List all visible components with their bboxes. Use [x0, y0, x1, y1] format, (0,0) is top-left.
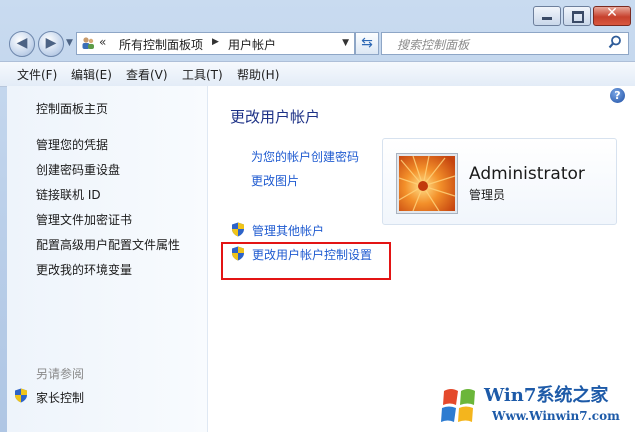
search-placeholder: 搜索控制面板	[397, 38, 470, 52]
search-icon[interactable]	[608, 35, 622, 49]
sidebar: 控制面板主页 管理您的凭据 创建密码重设盘 链接联机 ID 管理文件加密证书 配…	[7, 86, 207, 432]
menu-edit[interactable]: 编辑(E)	[71, 66, 112, 83]
avatar	[397, 154, 457, 213]
page-title: 更改用户帐户	[230, 108, 321, 126]
uac-shield-icon	[15, 388, 27, 403]
refresh-icon: ⇆	[361, 35, 373, 51]
minimize-icon	[542, 17, 552, 20]
flower-picture	[399, 156, 455, 211]
manage-other-accounts-link[interactable]: 管理其他帐户	[252, 222, 324, 239]
account-role: 管理员	[469, 188, 506, 202]
forward-arrow-icon: ▶	[45, 35, 57, 51]
refresh-button[interactable]: ⇆	[355, 32, 379, 55]
highlight-box	[221, 242, 391, 280]
sidebar-divider	[207, 86, 208, 432]
sidebar-item-advanced-profile[interactable]: 配置高级用户配置文件属性	[36, 236, 180, 253]
sidebar-item-parental-controls[interactable]: 家长控制	[36, 389, 84, 406]
back-arrow-icon: ◀	[16, 35, 28, 51]
close-button[interactable]: ✕	[593, 5, 631, 26]
menu-help[interactable]: 帮助(H)	[237, 66, 279, 83]
minimize-button[interactable]	[533, 6, 561, 26]
help-button[interactable]: ?	[610, 88, 625, 103]
menu-file[interactable]: 文件(F)	[17, 66, 57, 83]
sidebar-item-control-panel-home[interactable]: 控制面板主页	[36, 100, 108, 117]
account-name: Administrator	[469, 164, 585, 184]
sidebar-item-environment-variables[interactable]: 更改我的环境变量	[36, 261, 132, 278]
see-also-heading: 另请参阅	[36, 367, 85, 381]
close-icon: ✕	[606, 5, 618, 21]
breadcrumb-all-items[interactable]: 所有控制面板项	[119, 36, 203, 53]
sidebar-item-manage-credentials[interactable]: 管理您的凭据	[36, 136, 108, 153]
account-card: Administrator 管理员	[382, 138, 617, 225]
sidebar-item-encryption-certificates[interactable]: 管理文件加密证书	[36, 211, 132, 228]
address-bar[interactable]: « 所有控制面板项 ▶ 用户帐户 ▼	[76, 32, 355, 55]
svg-text:Www.Winwin7.com: Www.Winwin7.com	[491, 409, 620, 423]
breadcrumb-user-accounts[interactable]: 用户帐户	[228, 36, 276, 53]
sidebar-item-link-online-id[interactable]: 链接联机 ID	[36, 186, 101, 203]
back-button[interactable]: ◀	[9, 31, 35, 57]
search-input[interactable]: 搜索控制面板	[381, 32, 629, 55]
help-icon: ?	[614, 89, 621, 102]
menu-tools[interactable]: 工具(T)	[182, 66, 223, 83]
address-dropdown-icon[interactable]: ▼	[342, 38, 349, 48]
user-accounts-icon	[82, 37, 94, 49]
maximize-button[interactable]	[563, 6, 591, 26]
address-prefix: «	[99, 35, 107, 49]
menu-view[interactable]: 查看(V)	[126, 66, 168, 83]
forward-button[interactable]: ▶	[38, 31, 64, 57]
window: ✕ ◀ ▶ ▼ « 所有控制面板项 ▶ 用户帐户 ▼ ⇆ 搜索控制面板 文件(F…	[0, 0, 635, 432]
create-password-link[interactable]: 为您的帐户创建密码	[251, 148, 359, 165]
svg-text:Win7系统之家: Win7系统之家	[483, 384, 609, 406]
watermark-logo: Win7系统之家 Www.Winwin7.com	[441, 384, 620, 423]
menu-bar: 文件(F) 编辑(E) 查看(V) 工具(T) 帮助(H)	[0, 61, 635, 87]
maximize-icon	[572, 11, 584, 23]
sidebar-item-password-reset-disk[interactable]: 创建密码重设盘	[36, 161, 120, 178]
breadcrumb-separator-icon[interactable]: ▶	[212, 37, 219, 47]
recent-pages-dropdown-icon[interactable]: ▼	[66, 38, 73, 48]
uac-shield-icon	[232, 222, 244, 237]
change-picture-link[interactable]: 更改图片	[251, 172, 299, 189]
